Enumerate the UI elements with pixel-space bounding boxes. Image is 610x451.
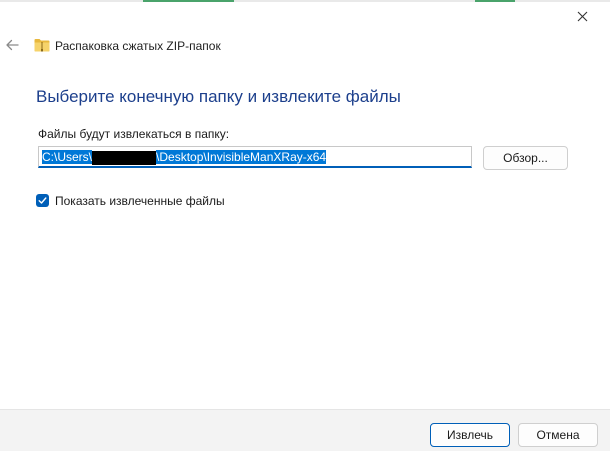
show-extracted-files-label: Показать извлеченные файлы — [55, 193, 225, 208]
path-prefix: C:\Users\ — [42, 150, 93, 164]
top-edge — [0, 0, 610, 2]
close-button[interactable] — [562, 4, 602, 28]
checkmark-icon — [38, 197, 47, 204]
back-arrow-icon — [6, 39, 19, 51]
dialog-footer: Извлечь Отмена — [0, 409, 610, 451]
page-heading: Выберите конечную папку и извлеките файл… — [36, 87, 401, 106]
window-title: Распаковка сжатых ZIP-папок — [55, 39, 221, 53]
show-extracted-files-option[interactable]: Показать извлеченные файлы — [36, 193, 225, 208]
path-suffix: \Desktop\InvisibleManXRay-x64 — [156, 150, 327, 164]
extract-button[interactable]: Извлечь — [430, 423, 510, 447]
destination-path-input[interactable]: C:\Users\ \Desktop\InvisibleManXRay-x64 — [38, 146, 472, 168]
show-extracted-files-checkbox[interactable] — [36, 194, 49, 207]
cancel-button[interactable]: Отмена — [518, 423, 598, 447]
back-button[interactable] — [2, 36, 22, 54]
redacted-username — [92, 150, 157, 165]
destination-label: Файлы будут извлекаться в папку: — [38, 127, 230, 141]
browse-button[interactable]: Обзор... — [483, 146, 568, 170]
top-edge-accent — [143, 0, 234, 2]
zip-folder-icon — [34, 39, 50, 52]
close-icon — [577, 11, 587, 21]
dialog-header: Распаковка сжатых ZIP-папок — [0, 30, 610, 60]
top-edge-accent-2 — [475, 0, 515, 2]
